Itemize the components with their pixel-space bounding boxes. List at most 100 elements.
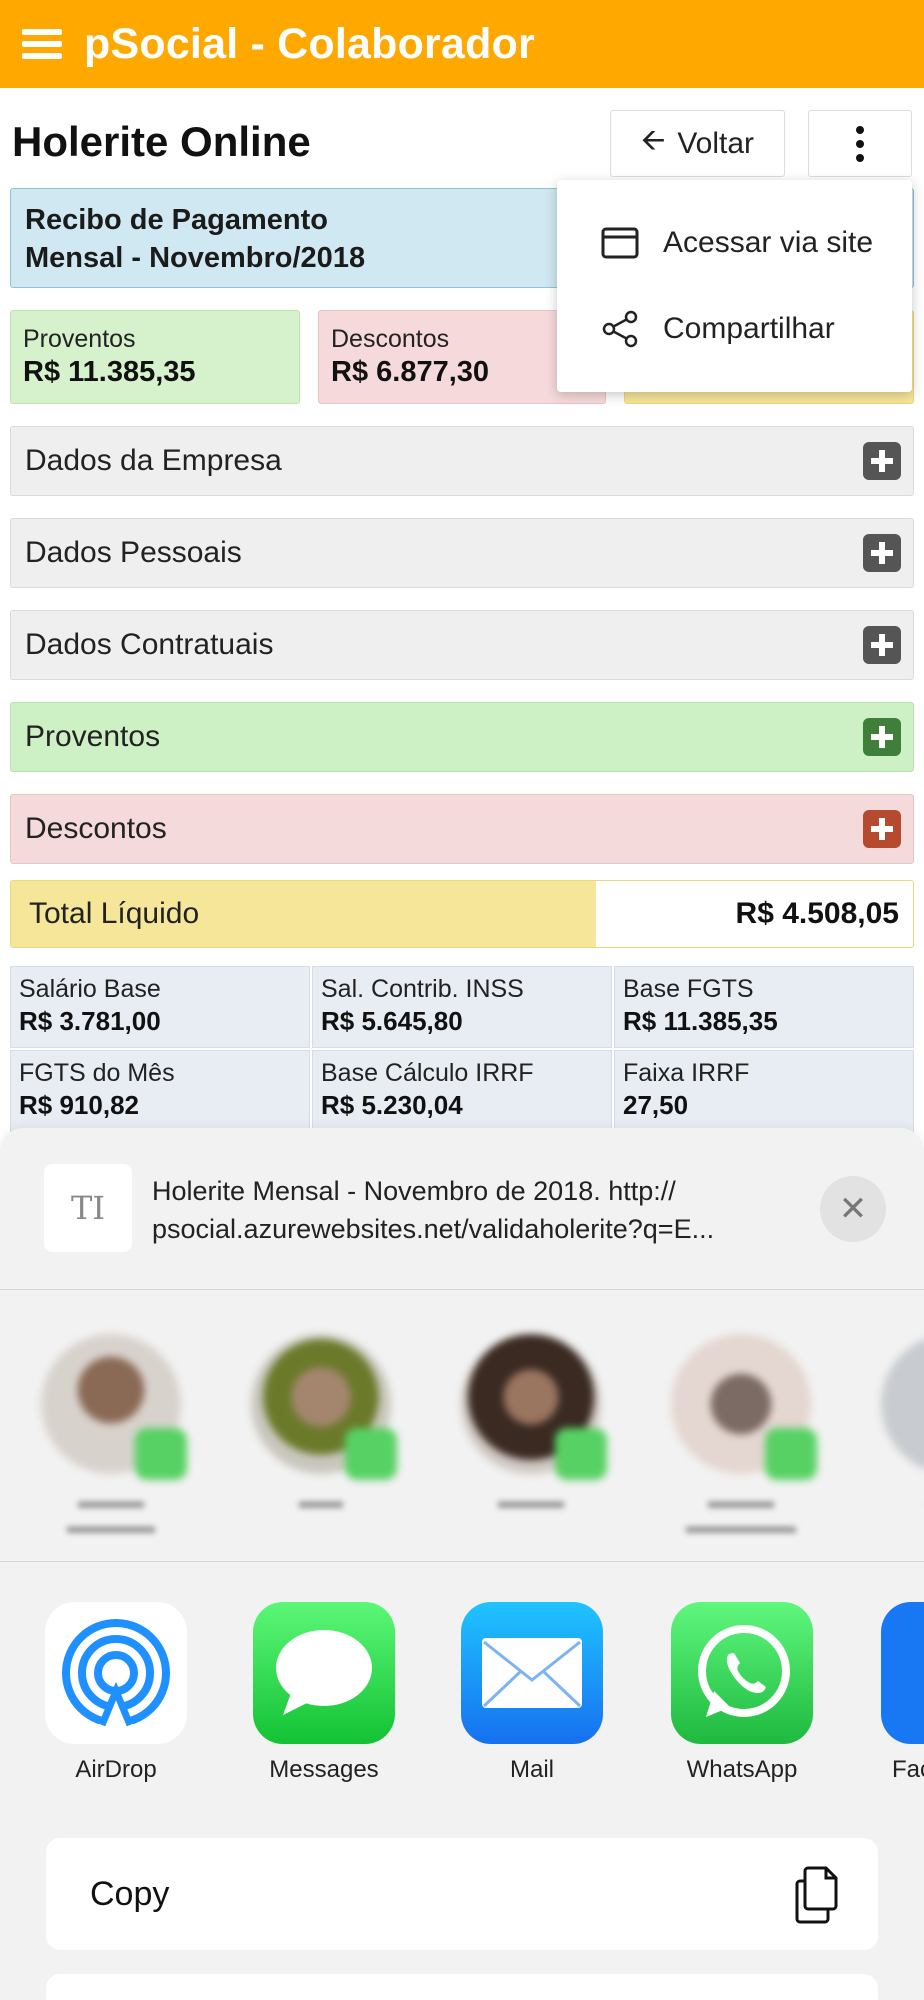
share-sheet: TΙ Holerite Mensal - Novembro de 2018. h… [0,1128,924,2000]
info-cell: Base Cálculo IRRF R$ 5.230,04 [312,1050,612,1132]
avatar [881,1334,924,1474]
copy-icon [795,1866,838,1924]
share-app-label: WhatsApp [686,1756,798,1783]
proventos-summary-card: Proventos R$ 11.385,35 [10,310,300,404]
close-icon[interactable]: ✕ [820,1176,886,1242]
info-value: R$ 5.645,80 [321,1006,463,1036]
contact-name-blurred: ▬▬ [876,1488,924,1538]
contact-suggestion[interactable]: ▬▬▬ ▬▬▬▬▬ [666,1334,817,1538]
contact-name-blurred: ▬▬▬ [498,1488,564,1513]
expand-plus-icon[interactable] [863,534,901,572]
share-sheet-header: TΙ Holerite Mensal - Novembro de 2018. h… [0,1128,924,1290]
info-label: Salário Base [19,975,161,1003]
contact-suggestion[interactable]: ▬▬▬ ▬▬▬▬ [36,1334,187,1538]
contact-suggestion[interactable]: ▬▬ [876,1334,924,1538]
section-label: Descontos [25,812,167,845]
info-cell: Faixa IRRF 27,50 [614,1050,914,1132]
section-label: Proventos [25,720,161,753]
info-value: R$ 5.230,04 [321,1090,463,1120]
contact-name-blurred: ▬▬ [299,1488,343,1513]
info-label: Base Cálculo IRRF [321,1059,534,1087]
info-grid: Salário Base R$ 3.781,00 Sal. Contrib. IN… [10,966,914,1132]
menu-item-compartilhar[interactable]: Compartilhar [557,286,912,372]
expand-plus-icon[interactable] [863,718,901,756]
whatsapp-icon [671,1602,813,1744]
app-bar: pSocial - Colaborador [0,0,924,88]
info-label: Faixa IRRF [623,1059,750,1087]
app-title: pSocial - Colaborador [84,19,535,68]
total-liquido-label: Total Líquido [11,881,596,947]
info-cell: FGTS do Mês R$ 910,82 [10,1050,310,1132]
options-dropdown-menu: Acessar via site Compartilhar [557,180,912,392]
hamburger-menu-icon[interactable] [22,29,62,59]
info-value: R$ 11.385,35 [623,1006,778,1036]
contacts-row: ▬▬▬▬▬▬▬ ▬▬ ▬▬▬ ▬▬▬▬▬▬▬▬ ▬▬ [0,1290,924,1562]
avatar [461,1334,607,1480]
info-label: Sal. Contrib. INSS [321,975,524,1003]
kebab-menu-icon [856,125,864,162]
share-app-facebook[interactable]: Fac [872,1602,924,1784]
info-cell: Base FGTS R$ 11.385,35 [614,966,914,1048]
facebook-icon [881,1602,924,1744]
descontos-summary-value: R$ 6.877,30 [331,356,490,388]
info-value: 27,50 [623,1090,689,1120]
expand-plus-icon[interactable] [863,810,901,848]
total-liquido-value: R$ 4.508,05 [596,881,913,947]
contact-suggestion[interactable]: ▬▬ [246,1334,397,1538]
section-proventos[interactable]: Proventos [10,702,914,772]
share-text-line1: Holerite Mensal - Novembro de 2018. http… [152,1176,676,1206]
avatar [41,1334,187,1480]
contact-name-blurred: ▬▬▬ ▬▬▬▬▬ [686,1488,796,1538]
section-label: Dados da Empresa [25,444,282,477]
back-button[interactable]: 🡨 Voltar [610,110,785,177]
more-options-button[interactable] [808,110,912,177]
section-dados-pessoais[interactable]: Dados Pessoais [10,518,914,588]
copy-action[interactable]: Copy [46,1838,878,1950]
info-value: R$ 910,82 [19,1090,139,1120]
share-text-line2: psocial.azurewebsites.net/validaholerite… [152,1214,715,1244]
menu-item-label: Acessar via site [663,226,874,259]
expand-plus-icon[interactable] [863,626,901,664]
share-app-label: AirDrop [75,1756,157,1783]
section-dados-contratuais[interactable]: Dados Contratuais [10,610,914,680]
avatar [251,1334,397,1480]
info-value: R$ 3.781,00 [19,1006,161,1036]
share-app-label: Messages [269,1756,379,1783]
share-app-label: Fac [892,1756,924,1783]
info-cell: Salário Base R$ 3.781,00 [10,966,310,1048]
share-app-mail[interactable]: Mail [452,1602,612,1784]
contact-name-blurred: ▬▬▬ ▬▬▬▬ [67,1488,155,1538]
copy-label: Copy [90,1874,170,1913]
messages-icon [253,1602,395,1744]
airdrop-icon [45,1602,187,1744]
arrow-left-icon: 🡨 [640,124,666,157]
proventos-summary-value: R$ 11.385,35 [23,356,196,388]
menu-item-label: Compartilhar [663,312,835,345]
descontos-summary-label: Descontos [331,325,450,353]
info-label: Base FGTS [623,975,754,1003]
expand-plus-icon[interactable] [863,442,901,480]
section-dados-empresa[interactable]: Dados da Empresa [10,426,914,496]
section-label: Dados Contratuais [25,628,274,661]
back-button-label: Voltar [677,126,755,160]
share-app-label: Mail [509,1756,554,1783]
info-cell: Sal. Contrib. INSS R$ 5.645,80 [312,966,612,1048]
share-preview-text: Holerite Mensal - Novembro de 2018. http… [152,1172,802,1248]
share-app-whatsapp[interactable]: WhatsApp [662,1602,822,1784]
proventos-summary-label: Proventos [23,325,136,353]
info-label: FGTS do Mês [19,1059,175,1087]
menu-item-acessar-via-site[interactable]: Acessar via site [557,200,912,286]
total-liquido-row: Total Líquido R$ 4.508,05 [10,880,914,948]
share-icon [602,310,638,348]
share-app-messages[interactable]: Messages [244,1602,404,1784]
page-title: Holerite Online [12,118,311,165]
share-action-row[interactable] [46,1974,878,2000]
avatar [671,1334,817,1480]
share-apps-row: AirDrop Messages Mail WhatsApp Fa [0,1562,924,1802]
section-descontos[interactable]: Descontos [10,794,914,864]
share-app-airdrop[interactable]: AirDrop [36,1602,196,1784]
mail-icon [461,1602,603,1744]
contact-suggestion[interactable]: ▬▬▬ [456,1334,607,1538]
section-label: Dados Pessoais [25,536,242,569]
browser-window-icon [601,227,639,259]
